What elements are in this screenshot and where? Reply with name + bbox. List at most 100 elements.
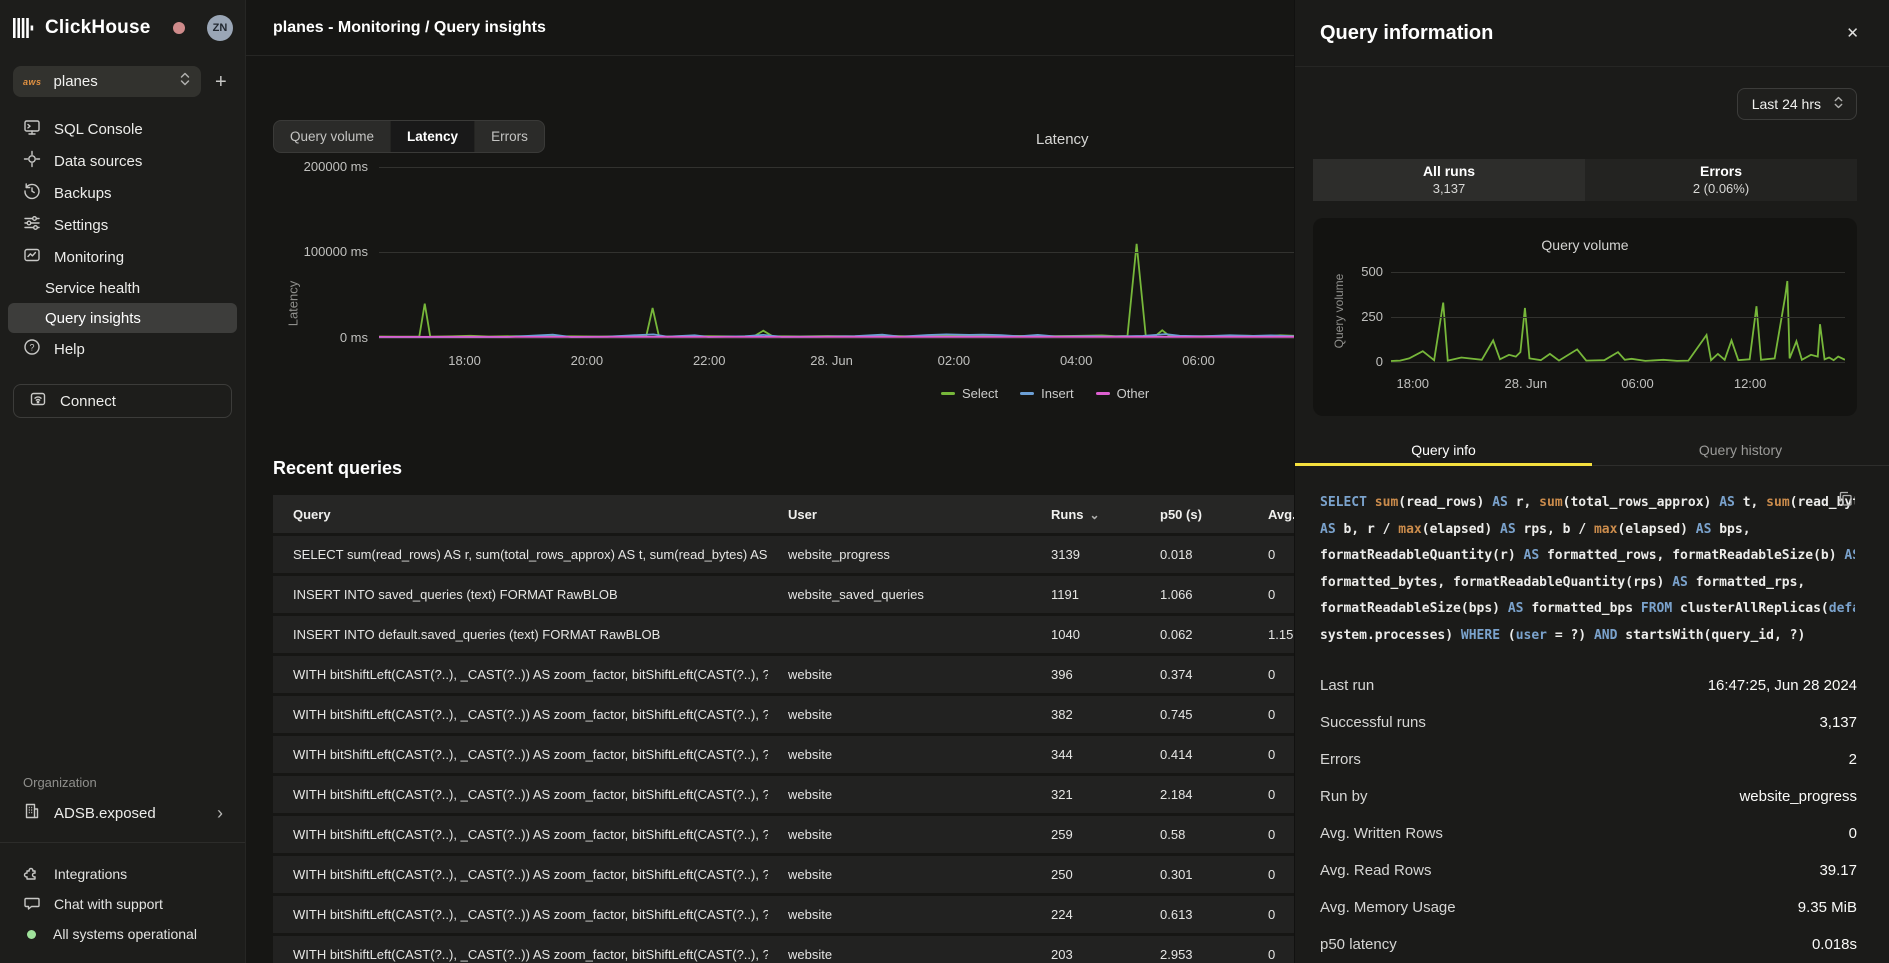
recent-queries-title: Recent queries xyxy=(273,458,1294,479)
table-row[interactable]: SELECT sum(read_rows) AS r, sum(total_ro… xyxy=(273,536,1294,573)
sidebar-item-query-insights[interactable]: Query insights xyxy=(8,303,237,333)
y-tick-label: 0 ms xyxy=(258,330,368,345)
tab-errors-count[interactable]: Errors 2 (0.06%) xyxy=(1585,159,1857,201)
connect-label: Connect xyxy=(60,393,116,410)
legend-item-other[interactable]: Other xyxy=(1096,386,1150,401)
cell-query: INSERT INTO default.saved_queries (text)… xyxy=(273,627,768,642)
add-service-button[interactable]: + xyxy=(215,72,227,92)
cell-p50: 0.58 xyxy=(1140,827,1248,842)
sidebar-item-label: Help xyxy=(54,341,85,358)
cell-query: WITH bitShiftLeft(CAST(?..), _CAST(?..))… xyxy=(273,707,768,722)
x-tick-label: 18:00 xyxy=(448,353,481,368)
sidebar-item-sql-console[interactable]: SQL Console xyxy=(8,113,237,145)
table-row[interactable]: WITH bitShiftLeft(CAST(?..), _CAST(?..))… xyxy=(273,816,1294,853)
chevron-updown-icon xyxy=(179,72,191,91)
organization-item[interactable]: ADSB.exposed › xyxy=(8,797,237,829)
column-header-query: Query xyxy=(273,507,768,522)
sidebar-subitem-label: Service health xyxy=(45,280,140,297)
copy-icon[interactable] xyxy=(1838,490,1853,517)
legend-label: Select xyxy=(962,386,998,401)
cell-query: WITH bitShiftLeft(CAST(?..), _CAST(?..))… xyxy=(273,947,768,962)
cell-p50: 1.066 xyxy=(1140,587,1248,602)
x-tick-label: 18:00 xyxy=(1397,376,1430,391)
stat-value: 0 xyxy=(1849,825,1857,842)
legend-item-insert[interactable]: Insert xyxy=(1020,386,1074,401)
sidebar-item-integrations[interactable]: Integrations xyxy=(8,859,237,889)
cell-p50: 0.414 xyxy=(1140,747,1248,762)
connect-icon xyxy=(29,390,47,412)
cell-avg: 0 xyxy=(1248,707,1294,722)
tab-query-history[interactable]: Query history xyxy=(1592,435,1889,465)
all-runs-count: 3,137 xyxy=(1433,181,1466,196)
cell-runs: 250 xyxy=(1031,867,1140,882)
system-status[interactable]: All systems operational xyxy=(8,919,237,949)
chevron-right-icon: › xyxy=(217,803,223,824)
cell-p50: 2.953 xyxy=(1140,947,1248,962)
table-row[interactable]: WITH bitShiftLeft(CAST(?..), _CAST(?..))… xyxy=(273,736,1294,773)
column-header-runs[interactable]: Runs⌄ xyxy=(1031,507,1140,522)
sidebar-item-settings[interactable]: Settings xyxy=(8,209,237,241)
stat-value: 0.018s xyxy=(1812,936,1857,953)
query-stats-list: Last run16:47:25, Jun 28 2024Successful … xyxy=(1295,667,1889,963)
series-queries xyxy=(1391,281,1845,361)
table-row[interactable]: INSERT INTO saved_queries (text) FORMAT … xyxy=(273,576,1294,613)
sidebar-item-label: Monitoring xyxy=(54,249,124,266)
tab-query-info[interactable]: Query info xyxy=(1295,435,1592,465)
cell-runs: 344 xyxy=(1031,747,1140,762)
cell-runs: 203 xyxy=(1031,947,1140,962)
stat-value: 39.17 xyxy=(1819,862,1857,879)
stat-label: Avg. Read Rows xyxy=(1320,862,1431,879)
sidebar-item-chat-support[interactable]: Chat with support xyxy=(8,889,237,919)
legend-swatch xyxy=(1020,392,1034,395)
table-row[interactable]: WITH bitShiftLeft(CAST(?..), _CAST(?..))… xyxy=(273,896,1294,933)
sidebar-item-data-sources[interactable]: Data sources xyxy=(8,145,237,177)
tab-query-volume[interactable]: Query volume xyxy=(274,121,390,152)
sidebar-item-service-health[interactable]: Service health xyxy=(8,273,237,303)
cell-p50: 0.374 xyxy=(1140,667,1248,682)
sidebar-divider xyxy=(0,842,245,843)
table-row[interactable]: WITH bitShiftLeft(CAST(?..), _CAST(?..))… xyxy=(273,656,1294,693)
table-row[interactable]: WITH bitShiftLeft(CAST(?..), _CAST(?..))… xyxy=(273,776,1294,813)
cell-query: WITH bitShiftLeft(CAST(?..), _CAST(?..))… xyxy=(273,907,768,922)
legend-item-select[interactable]: Select xyxy=(941,386,998,401)
x-tick-label: 20:00 xyxy=(571,353,604,368)
series-select xyxy=(379,244,1294,337)
stat-value: 2 xyxy=(1849,751,1857,768)
sidebar-item-label: Data sources xyxy=(54,153,142,170)
topbar: planes - Monitoring / Query insights xyxy=(246,0,1294,56)
close-icon[interactable]: ✕ xyxy=(1846,24,1859,42)
query-volume-x-axis: 18:0028. Jun06:0012:00 xyxy=(1391,376,1845,392)
table-row[interactable]: WITH bitShiftLeft(CAST(?..), _CAST(?..))… xyxy=(273,936,1294,963)
avatar[interactable]: ZN xyxy=(207,15,233,41)
cell-query: WITH bitShiftLeft(CAST(?..), _CAST(?..))… xyxy=(273,787,768,802)
sidebar-item-monitoring[interactable]: Monitoring xyxy=(8,241,237,273)
stat-label: p50 latency xyxy=(1320,936,1397,953)
stat-label: Errors xyxy=(1320,751,1361,768)
column-header-avg: Avg. xyxy=(1248,507,1294,522)
organization-name: ADSB.exposed xyxy=(54,805,204,822)
chevron-updown-icon xyxy=(1833,96,1844,112)
service-selector[interactable]: aws planes xyxy=(13,66,201,97)
latency-chart-section: Query volume Latency Errors Latency Late… xyxy=(246,56,1294,451)
errors-count: 2 (0.06%) xyxy=(1693,181,1749,196)
stat-row: Last run16:47:25, Jun 28 2024 xyxy=(1295,667,1889,704)
summary-tabs: All runs 3,137 Errors 2 (0.06%) xyxy=(1313,159,1857,201)
tab-all-runs[interactable]: All runs 3,137 xyxy=(1313,159,1585,201)
table-row[interactable]: INSERT INTO default.saved_queries (text)… xyxy=(273,616,1294,653)
table-row[interactable]: WITH bitShiftLeft(CAST(?..), _CAST(?..))… xyxy=(273,856,1294,893)
logo-row: ClickHouse ZN xyxy=(13,14,233,42)
aws-icon: aws xyxy=(23,77,42,87)
cell-user: website xyxy=(768,787,1031,802)
x-tick-label: 06:00 xyxy=(1182,353,1215,368)
cell-runs: 321 xyxy=(1031,787,1140,802)
sidebar-subitem-label: Query insights xyxy=(45,310,141,327)
clickhouse-logo-icon[interactable] xyxy=(13,18,34,38)
sidebar-item-help[interactable]: ? Help xyxy=(8,333,237,365)
time-range-dropdown[interactable]: Last 24 hrs xyxy=(1737,88,1857,120)
sidebar-item-backups[interactable]: Backups xyxy=(8,177,237,209)
table-row[interactable]: WITH bitShiftLeft(CAST(?..), _CAST(?..))… xyxy=(273,696,1294,733)
sidebar-item-label: SQL Console xyxy=(54,121,143,138)
sidebar-nav: SQL Console Data sources Backups Setting… xyxy=(8,113,237,365)
connect-button[interactable]: Connect xyxy=(13,384,232,418)
cell-user: website xyxy=(768,667,1031,682)
